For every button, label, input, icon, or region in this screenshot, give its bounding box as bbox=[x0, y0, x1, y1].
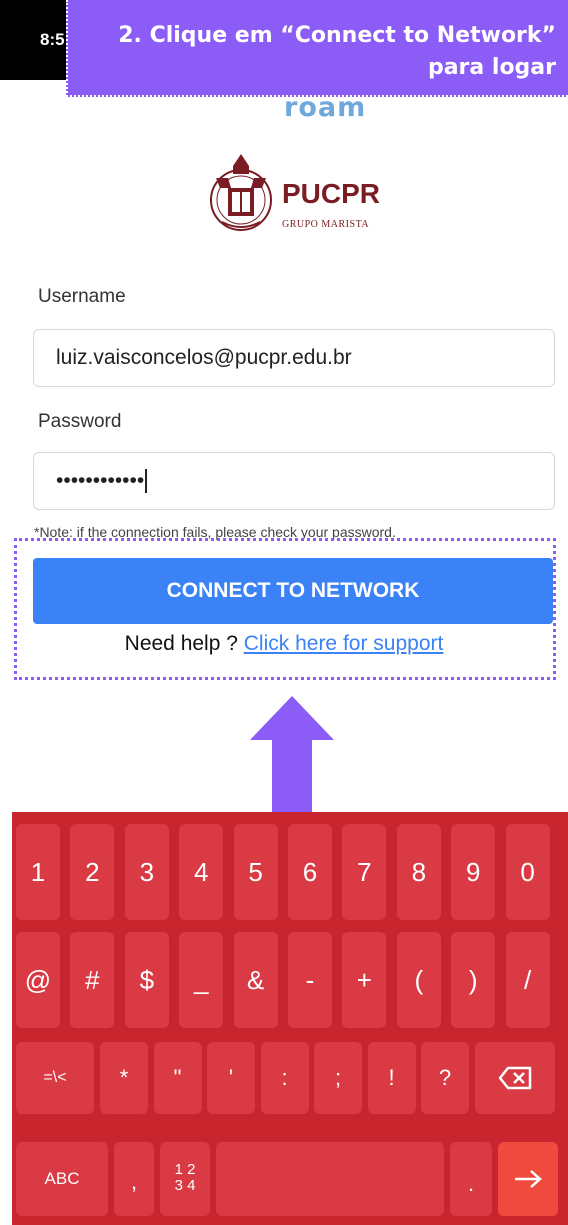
key-label: 9 bbox=[465, 857, 481, 887]
help-prefix: Need help ? bbox=[124, 632, 244, 655]
logo-name: PUCPR bbox=[282, 178, 381, 209]
key-row3-7[interactable]: ? bbox=[421, 1042, 469, 1114]
key-label: * bbox=[119, 1065, 129, 1090]
text-caret bbox=[145, 469, 148, 494]
key-row1-0[interactable]: 1 bbox=[16, 824, 60, 920]
password-label: Password bbox=[38, 411, 122, 432]
key-label: ' bbox=[228, 1065, 234, 1090]
key-row1-4[interactable]: 5 bbox=[233, 824, 278, 920]
connect-to-network-button[interactable]: CONNECT TO NETWORK bbox=[33, 558, 553, 624]
key-label: ; bbox=[334, 1065, 342, 1090]
instruction-callout: 2. Clique em “Connect to Network” para l… bbox=[66, 0, 568, 97]
key-label: ( bbox=[414, 965, 424, 995]
password-input[interactable]: •••••••••••• bbox=[33, 452, 555, 510]
key-row2-2[interactable]: $ bbox=[124, 932, 169, 1028]
key-label: + bbox=[356, 965, 372, 995]
key-row3-4[interactable]: : bbox=[260, 1042, 309, 1114]
key-label: 8 bbox=[411, 857, 427, 887]
key-row1-8[interactable]: 9 bbox=[451, 824, 496, 920]
key-row3-5[interactable]: ; bbox=[314, 1042, 362, 1114]
key-label: / bbox=[523, 965, 532, 995]
key-label: # bbox=[85, 965, 100, 995]
key-row3-0[interactable]: =\< bbox=[16, 1042, 94, 1114]
status-time: 8:5 bbox=[40, 30, 65, 49]
key-label: ! bbox=[388, 1065, 395, 1090]
help-line: Need help ? Click here for support bbox=[0, 632, 568, 656]
key-row2-3[interactable]: _ bbox=[179, 932, 224, 1028]
username-label: Username bbox=[38, 286, 126, 307]
key-label: " bbox=[173, 1065, 182, 1090]
key-label: 0 bbox=[520, 857, 535, 887]
password-value: •••••••••••• bbox=[56, 469, 148, 494]
key-row2-5[interactable]: - bbox=[288, 932, 332, 1028]
key-row2-4[interactable]: & bbox=[233, 932, 278, 1028]
username-input[interactable]: luiz.vaisconcelos@pucpr.edu.br bbox=[33, 329, 555, 387]
key-label: 7 bbox=[357, 857, 372, 887]
key-row1-5[interactable]: 6 bbox=[288, 824, 332, 920]
key-row1-6[interactable]: 7 bbox=[342, 824, 387, 920]
key-row2-6[interactable]: + bbox=[342, 932, 387, 1028]
key-row3-1[interactable]: * bbox=[100, 1042, 148, 1114]
key-row2-8[interactable]: ) bbox=[451, 932, 496, 1028]
key-label: ? bbox=[438, 1065, 452, 1090]
key-label: 2 bbox=[85, 857, 100, 887]
callout-line-1: 2. Clique em “Connect to Network” bbox=[118, 23, 556, 48]
key-label: ) bbox=[468, 965, 478, 995]
eduroam-logo-fragment: roam bbox=[284, 92, 367, 123]
key-row3-6[interactable]: ! bbox=[367, 1042, 416, 1114]
key-row1-9[interactable]: 0 bbox=[505, 824, 550, 920]
key-row3-3[interactable]: ' bbox=[207, 1042, 255, 1114]
numpad-key[interactable]: 1 2 3 4 bbox=[160, 1142, 210, 1216]
key-label: & bbox=[246, 965, 265, 995]
key-label: 1 bbox=[30, 857, 46, 887]
key-label: 4 bbox=[193, 857, 209, 887]
callout-line-2: para logar bbox=[427, 55, 556, 80]
abc-key[interactable]: ABC bbox=[16, 1142, 108, 1216]
space-key[interactable] bbox=[216, 1142, 444, 1216]
backspace-icon bbox=[498, 1066, 532, 1090]
enter-key[interactable] bbox=[498, 1142, 558, 1216]
period-key[interactable]: . bbox=[450, 1142, 492, 1216]
backspace-key[interactable] bbox=[475, 1042, 555, 1114]
key-row1-3[interactable]: 4 bbox=[179, 824, 224, 920]
key-row1-7[interactable]: 8 bbox=[396, 824, 441, 920]
username-value: luiz.vaisconcelos@pucpr.edu.br bbox=[56, 346, 352, 369]
key-row2-7[interactable]: ( bbox=[396, 932, 441, 1028]
support-link[interactable]: Click here for support bbox=[244, 632, 444, 655]
comma-key[interactable]: , bbox=[114, 1142, 154, 1216]
symbols-keyboard: 1 2 3 4 5 6 7 8 9 0 @ # $ _ & - + () / =\< * " ':;!? ABC , 1… bbox=[12, 812, 568, 1225]
key-row1-1[interactable]: 2 bbox=[70, 824, 115, 920]
key-row2-1[interactable]: # bbox=[70, 932, 115, 1028]
logo-subtitle: GRUPO MARISTA bbox=[282, 219, 370, 230]
key-label: - bbox=[305, 965, 315, 995]
key-label: 5 bbox=[248, 857, 263, 887]
key-label: 3 bbox=[139, 857, 155, 887]
key-row2-9[interactable]: / bbox=[505, 932, 550, 1028]
key-label: $ bbox=[139, 965, 155, 995]
key-label: @ bbox=[24, 965, 52, 995]
key-row2-0[interactable]: @ bbox=[16, 932, 60, 1028]
pucpr-logo: PUCPR GRUPO MARISTA bbox=[202, 148, 382, 238]
key-row3-2[interactable]: " bbox=[153, 1042, 202, 1114]
key-label: =\< bbox=[43, 1069, 67, 1086]
pucpr-crest-icon bbox=[210, 154, 272, 231]
key-label: 6 bbox=[302, 857, 318, 887]
key-label: : bbox=[281, 1065, 288, 1090]
arrow-right-icon bbox=[515, 1170, 542, 1188]
key-label: _ bbox=[193, 965, 209, 995]
key-row1-2[interactable]: 3 bbox=[124, 824, 169, 920]
